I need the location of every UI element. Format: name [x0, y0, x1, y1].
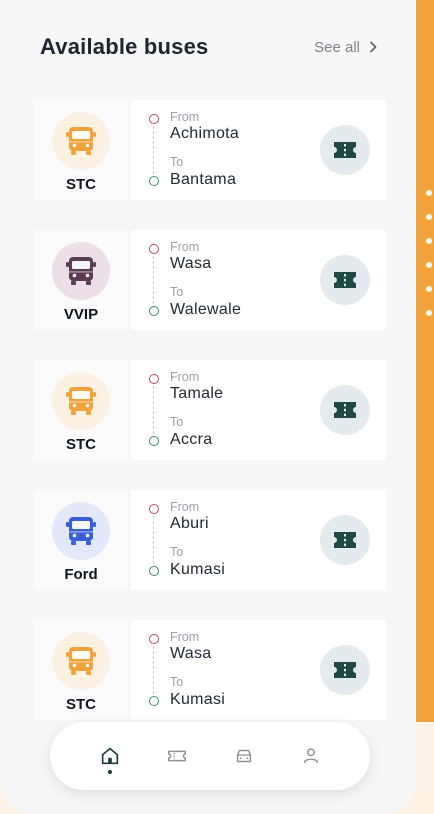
origin-city: Wasa: [170, 255, 212, 272]
indicator-dot: [426, 286, 432, 292]
route-panel: From Tamale To Accra: [131, 360, 386, 460]
nav-home[interactable]: [92, 736, 128, 776]
origin-marker: [149, 244, 159, 254]
origin-marker: [149, 634, 159, 644]
destination-marker: [149, 436, 159, 446]
origin-city: Achimota: [170, 125, 240, 142]
destination-city: Walewale: [170, 301, 242, 318]
from-label: From: [170, 630, 200, 644]
bus-operator-panel: Ford: [34, 490, 128, 590]
to-label: To: [170, 415, 184, 429]
to-label: To: [170, 285, 184, 299]
destination-city: Accra: [170, 431, 213, 448]
destination-marker: [149, 176, 159, 186]
origin-marker: [149, 374, 159, 384]
to-label: To: [170, 675, 184, 689]
app-screen: Available buses See all STC From Achimot…: [0, 0, 416, 814]
bus-icon: [66, 127, 96, 155]
route-line: [149, 244, 159, 316]
origin-marker: [149, 504, 159, 514]
page-indicator-dots: [426, 190, 434, 334]
from-label: From: [170, 370, 200, 384]
page-title: Available buses: [40, 34, 209, 59]
bus-card[interactable]: STC From Tamale To Accra: [34, 360, 386, 460]
ticket-icon: [167, 750, 186, 762]
chevron-right-icon: [370, 41, 377, 53]
book-ticket-button[interactable]: [320, 645, 370, 695]
bus-icon: [66, 517, 96, 545]
route-line: [149, 114, 159, 186]
ticket-icon: [334, 532, 356, 548]
bus-operator-name: STC: [66, 176, 96, 193]
route-line: [149, 374, 159, 446]
bus-card[interactable]: Ford From Aburi To Kumasi: [34, 490, 386, 590]
bus-avatar: [52, 632, 110, 690]
ticket-icon: [334, 402, 356, 418]
car-icon: [236, 749, 251, 763]
destination-marker: [149, 566, 159, 576]
ticket-icon: [334, 272, 356, 288]
book-ticket-button[interactable]: [320, 515, 370, 565]
see-all-label: See all: [314, 38, 360, 56]
indicator-dot: [426, 214, 432, 220]
active-indicator: [107, 770, 112, 774]
side-accent-strip: [416, 0, 434, 722]
section-header: Available buses See all: [40, 34, 378, 60]
bus-card[interactable]: VVIP From Wasa To Walewale: [34, 230, 386, 330]
bus-avatar: [52, 112, 110, 170]
nav-profile[interactable]: [293, 736, 329, 776]
bus-card[interactable]: STC From Wasa To Kumasi: [34, 620, 386, 720]
nav-tickets[interactable]: [159, 736, 195, 776]
book-ticket-button[interactable]: [320, 385, 370, 435]
indicator-dot: [426, 238, 432, 244]
origin-city: Tamale: [170, 385, 224, 402]
to-label: To: [170, 545, 184, 559]
route-panel: From Achimota To Bantama: [131, 100, 386, 200]
origin-city: Aburi: [170, 515, 209, 532]
bus-icon: [66, 647, 96, 675]
route-line: [149, 504, 159, 576]
destination-city: Kumasi: [170, 561, 226, 578]
route-line: [149, 634, 159, 706]
bus-operator-panel: STC: [34, 100, 128, 200]
bus-operator-panel: STC: [34, 360, 128, 460]
indicator-dot: [426, 310, 432, 316]
see-all-link[interactable]: See all: [314, 39, 378, 56]
destination-city: Bantama: [170, 171, 237, 188]
to-label: To: [170, 155, 184, 169]
destination-city: Kumasi: [170, 691, 226, 708]
indicator-dot: [426, 262, 432, 268]
route-panel: From Aburi To Kumasi: [131, 490, 386, 590]
route-panel: From Wasa To Kumasi: [131, 620, 386, 720]
origin-city: Wasa: [170, 645, 212, 662]
bus-avatar: [52, 242, 110, 300]
ticket-icon: [334, 662, 356, 678]
destination-marker: [149, 306, 159, 316]
route-panel: From Wasa To Walewale: [131, 230, 386, 330]
book-ticket-button[interactable]: [320, 255, 370, 305]
from-label: From: [170, 110, 200, 124]
bus-icon: [66, 257, 96, 285]
bus-avatar: [52, 502, 110, 560]
indicator-dot: [426, 190, 432, 196]
origin-marker: [149, 114, 159, 124]
bus-icon: [66, 387, 96, 415]
bus-operator-panel: VVIP: [34, 230, 128, 330]
bus-operator-name: VVIP: [63, 306, 99, 323]
ticket-icon: [334, 142, 356, 158]
book-ticket-button[interactable]: [320, 125, 370, 175]
bus-operator-panel: STC: [34, 620, 128, 720]
bus-card[interactable]: STC From Achimota To Bantama: [34, 100, 386, 200]
destination-marker: [149, 696, 159, 706]
bus-operator-name: STC: [66, 436, 96, 453]
bottom-nav: [50, 722, 370, 790]
from-label: From: [170, 500, 200, 514]
bus-avatar: [52, 372, 110, 430]
bus-operator-name: Ford: [64, 566, 98, 583]
profile-icon: [303, 748, 318, 764]
nav-cars[interactable]: [226, 736, 262, 776]
home-icon: [101, 747, 118, 765]
from-label: From: [170, 240, 200, 254]
bus-operator-name: STC: [66, 696, 96, 713]
